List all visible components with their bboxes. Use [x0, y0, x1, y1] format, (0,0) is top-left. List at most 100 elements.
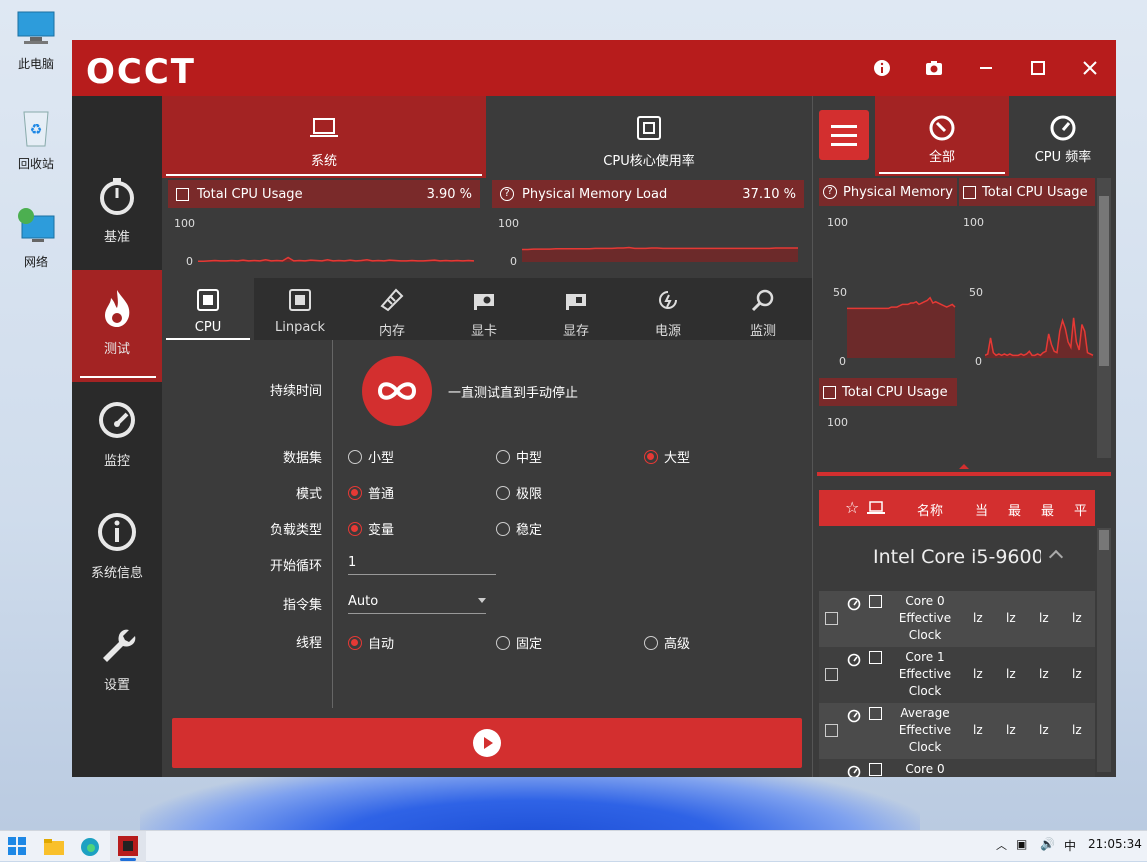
sidebar-item-monitor[interactable]: 监控 [72, 382, 162, 494]
radio-load-steady[interactable]: 稳定 [496, 519, 542, 538]
maximize-icon [1031, 61, 1045, 75]
subtab-gpu[interactable]: 显卡 [438, 278, 530, 340]
radio-label: 小型 [368, 451, 395, 466]
subtab-vram[interactable]: 显存 [530, 278, 622, 340]
subtab-cpu[interactable]: CPU [162, 278, 254, 340]
cpu-test-settings: 持续时间 一直测试直到手动停止 数据集 小型 中型 大型 模式 普通 极限 负载… [162, 340, 812, 710]
table-row[interactable]: Core 0 Effective Clock lz lz lz lz [819, 591, 1095, 647]
tab-cpu-frequency[interactable]: CPU 频率 [1009, 96, 1117, 176]
column-max[interactable]: 最 [1041, 500, 1054, 519]
row-checkbox[interactable] [825, 612, 838, 625]
occt-logo: OCCT [86, 52, 196, 92]
camera-icon [926, 61, 942, 75]
column-min[interactable]: 最 [1008, 500, 1021, 519]
value-min: lz [1006, 723, 1016, 737]
sidebar-item-settings[interactable]: 设置 [72, 606, 162, 718]
charts-scrollbar[interactable] [1097, 178, 1111, 458]
laptop-icon [310, 118, 338, 137]
radio-dataset-large[interactable]: 大型 [644, 447, 690, 466]
column-name[interactable]: 名称 [917, 500, 943, 519]
radio-dataset-small[interactable]: 小型 [348, 447, 394, 466]
sidebar-item-benchmark[interactable]: 基准 [72, 158, 162, 270]
chevron-up-icon[interactable] [1048, 549, 1064, 565]
table-row[interactable]: Average Effective Clock lz lz lz lz [819, 703, 1095, 759]
tray-overflow-icon[interactable]: ︿ [996, 837, 1007, 853]
subtab-linpack[interactable]: Linpack [254, 278, 346, 340]
start-test-button[interactable] [172, 718, 802, 768]
radio-mode-extreme[interactable]: 极限 [496, 483, 542, 502]
subtab-power[interactable]: 电源 [622, 278, 714, 340]
radio-label: 自动 [368, 637, 395, 652]
radio-threads-advanced[interactable]: 高级 [644, 633, 690, 652]
sidebar-item-test[interactable]: 测试 [72, 270, 162, 382]
info-button[interactable] [870, 56, 894, 80]
close-button[interactable] [1078, 56, 1102, 80]
radio-threads-auto[interactable]: 自动 [348, 633, 394, 652]
value-avg: lz [1072, 723, 1082, 737]
memory-plot [847, 296, 956, 358]
start-cycle-input[interactable]: 1 [348, 555, 496, 575]
tray-ime-indicator[interactable]: 中 [1064, 837, 1076, 854]
column-current[interactable]: 当 [975, 500, 988, 519]
desktop-icon-recycle-bin[interactable]: ♻ 回收站 [6, 108, 66, 172]
splitter[interactable] [817, 472, 1111, 476]
maximize-button[interactable] [1026, 56, 1050, 80]
radio-threads-fixed[interactable]: 固定 [496, 633, 542, 652]
flame-icon [105, 290, 130, 327]
sidebar-item-label: 系统信息 [90, 566, 143, 581]
file-explorer-icon[interactable] [44, 838, 64, 856]
windows-start-icon[interactable] [8, 837, 26, 855]
desktop-icon-this-pc[interactable]: 此电脑 [6, 8, 66, 72]
sensor-table-header: ☆ 名称 当 最 最 平 [819, 490, 1095, 526]
desktop-icon-network[interactable]: 网络 [6, 206, 66, 270]
table-row[interactable]: Core 0 [819, 759, 1095, 777]
splitter-up-icon [959, 464, 969, 469]
radio-load-variable[interactable]: 变量 [348, 519, 394, 538]
settings-gauge-icon [929, 115, 955, 141]
clock[interactable]: 21:05:34 [1088, 837, 1142, 851]
subtab-memory[interactable]: 内存 [346, 278, 438, 340]
edge-browser-icon[interactable] [80, 837, 100, 857]
tray-network-icon[interactable]: ▣ [1016, 837, 1027, 851]
tab-system[interactable]: 系统 [162, 96, 486, 178]
chip-icon [963, 185, 976, 199]
radio-label: 变量 [368, 523, 395, 538]
row-checkbox[interactable] [825, 724, 838, 737]
sidebar-item-sysinfo[interactable]: 系统信息 [72, 494, 162, 606]
mini-chart-total-cpu: Total CPU Usage 100 50 0 [959, 178, 1095, 368]
screenshot-button[interactable] [922, 56, 946, 80]
tab-cpu-core-usage[interactable]: CPU核心使用率 [486, 96, 812, 178]
radio-circle-checked [348, 635, 362, 650]
menu-button[interactable] [819, 110, 869, 160]
table-scrollbar[interactable] [1097, 528, 1111, 772]
tab-all[interactable]: 全部 [875, 96, 1009, 176]
radio-circle [496, 521, 510, 536]
scrollbar-thumb[interactable] [1099, 530, 1109, 550]
table-row[interactable]: Core 1 Effective Clock lz lz lz lz [819, 647, 1095, 703]
title-bar[interactable]: OCCT [72, 40, 1116, 96]
infinite-duration-button[interactable] [362, 356, 432, 426]
mini-memory-area [847, 297, 955, 358]
row-checkbox[interactable] [825, 668, 838, 681]
radio-mode-normal[interactable]: 普通 [348, 483, 394, 502]
duration-text: 一直测试直到手动停止 [448, 386, 579, 401]
radio-label: 中型 [516, 451, 543, 466]
desktop-icon-label: 网络 [23, 255, 48, 269]
tray-volume-icon[interactable]: 🔊 [1040, 837, 1055, 851]
vram-icon [566, 294, 586, 310]
taskbar-occt-app[interactable] [110, 831, 146, 862]
y-max-label: 100 [963, 216, 984, 229]
desktop-icon-label: 回收站 [17, 157, 54, 171]
radio-dataset-medium[interactable]: 中型 [496, 447, 542, 466]
y-min-label: 0 [839, 355, 846, 368]
star-icon[interactable]: ☆ [845, 498, 859, 517]
chart-title: Physical Memory Load [522, 186, 668, 202]
subtab-monitoring[interactable]: 监测 [714, 278, 812, 340]
instruction-set-select[interactable]: Auto [348, 594, 486, 614]
scrollbar-thumb[interactable] [1099, 196, 1109, 366]
minimize-button[interactable] [974, 56, 998, 80]
column-avg[interactable]: 平 [1074, 500, 1087, 519]
gauge-icon [99, 402, 135, 438]
laptop-icon [867, 501, 885, 514]
value-min: lz [1006, 611, 1016, 625]
